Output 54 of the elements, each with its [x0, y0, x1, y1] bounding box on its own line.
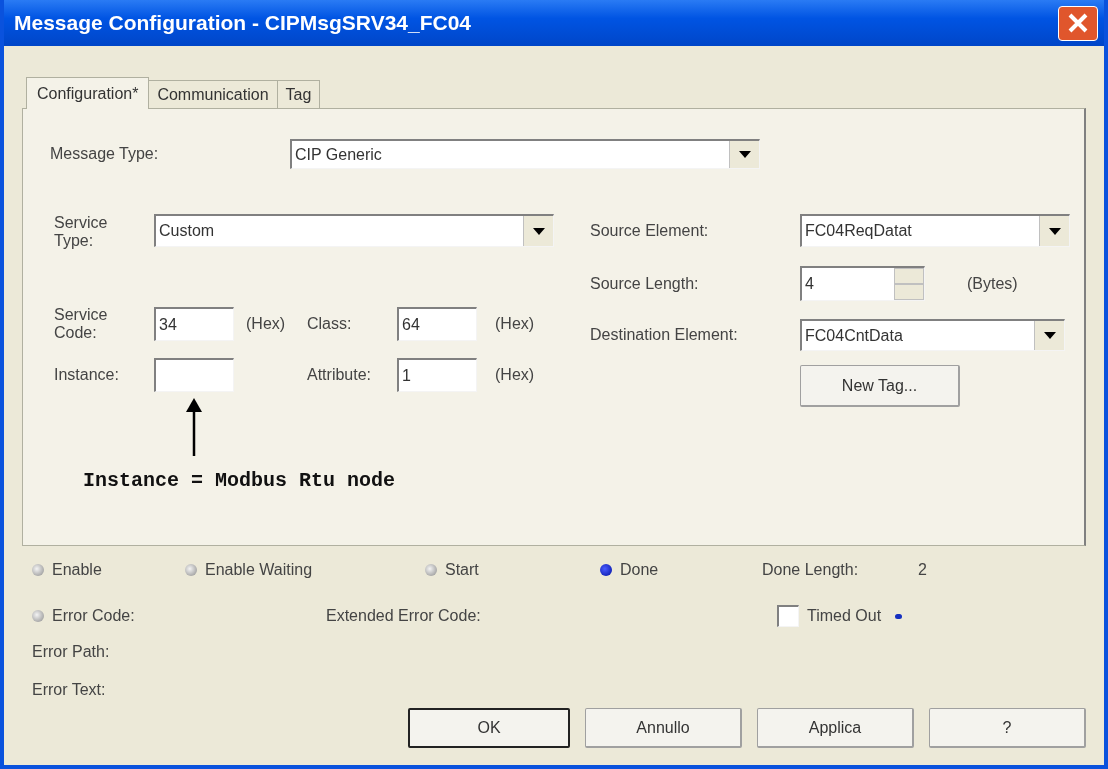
field-value: 2: [918, 561, 927, 579]
dialog-button[interactable]: ?: [929, 708, 1086, 748]
field-label: Destination Element:: [590, 326, 739, 344]
status-label: Enable: [52, 561, 102, 579]
caret-icon: [1048, 227, 1061, 235]
field-label: Source Length:: [590, 274, 700, 293]
dropdown-arrow-button[interactable]: [729, 141, 759, 168]
field-label: Service Code:: [54, 306, 109, 342]
dropdown-arrow-button[interactable]: [1034, 321, 1064, 350]
checkbox-label: Timed Out: [807, 607, 882, 625]
field-label: Extended Error Code:: [326, 607, 482, 625]
field-label: Source Element:: [590, 221, 710, 240]
field-label: Done Length:: [762, 561, 860, 579]
caret-icon: [1043, 332, 1056, 339]
field-label: Service Type:: [54, 214, 109, 250]
status-label: Enable Waiting: [205, 561, 313, 579]
new-tag-button[interactable]: New Tag...: [800, 365, 960, 407]
input-field[interactable]: 64: [397, 307, 477, 341]
caret-icon: [738, 151, 751, 158]
field-label: (Hex): [494, 315, 535, 333]
dialog-button[interactable]: Annullo: [585, 708, 742, 748]
dialog-button[interactable]: OK: [408, 708, 570, 748]
dialog-button[interactable]: Applica: [757, 708, 914, 748]
tab[interactable]: Tag: [277, 80, 321, 108]
caret-icon: [532, 227, 545, 235]
tab[interactable]: Communication: [149, 80, 278, 108]
field-label: (Hex): [245, 315, 287, 333]
close-icon: [1067, 12, 1089, 34]
field-label: (Hex): [494, 366, 535, 384]
status-label: Done: [620, 561, 659, 579]
status-label: Error Code:: [52, 607, 135, 625]
close-button[interactable]: [1058, 5, 1098, 41]
dropdown-arrow-button[interactable]: [523, 216, 553, 246]
field-label: Class:: [307, 315, 353, 333]
field-label: Instance:: [54, 366, 120, 384]
dropdown[interactable]: CIP Generic: [290, 139, 760, 169]
input-field[interactable]: 34: [154, 307, 234, 341]
field-label: (Bytes): [967, 274, 1018, 293]
dropdown[interactable]: FC04CntData: [800, 319, 1065, 351]
dropdown[interactable]: FC04ReqDatat: [800, 214, 1070, 247]
dropdown-arrow-button[interactable]: [1039, 216, 1069, 246]
field-label: Error Path:: [32, 643, 110, 660]
field-label: Message Type:: [50, 145, 160, 163]
field-label: Error Text:: [32, 681, 106, 698]
status-label: Start: [445, 561, 479, 579]
input-field[interactable]: [154, 358, 234, 392]
field-label: Attribute:: [307, 366, 373, 384]
window-title: Message Configuration - CIPMsgSRV34_FC04: [14, 10, 472, 37]
arrow: [186, 398, 202, 456]
checkbox[interactable]: [777, 605, 799, 627]
input-field[interactable]: 1: [397, 358, 477, 392]
annotation: Instance = Modbus Rtu node: [83, 469, 396, 492]
tab[interactable]: Configuration*: [26, 77, 150, 109]
dropdown[interactable]: Custom: [154, 214, 554, 247]
